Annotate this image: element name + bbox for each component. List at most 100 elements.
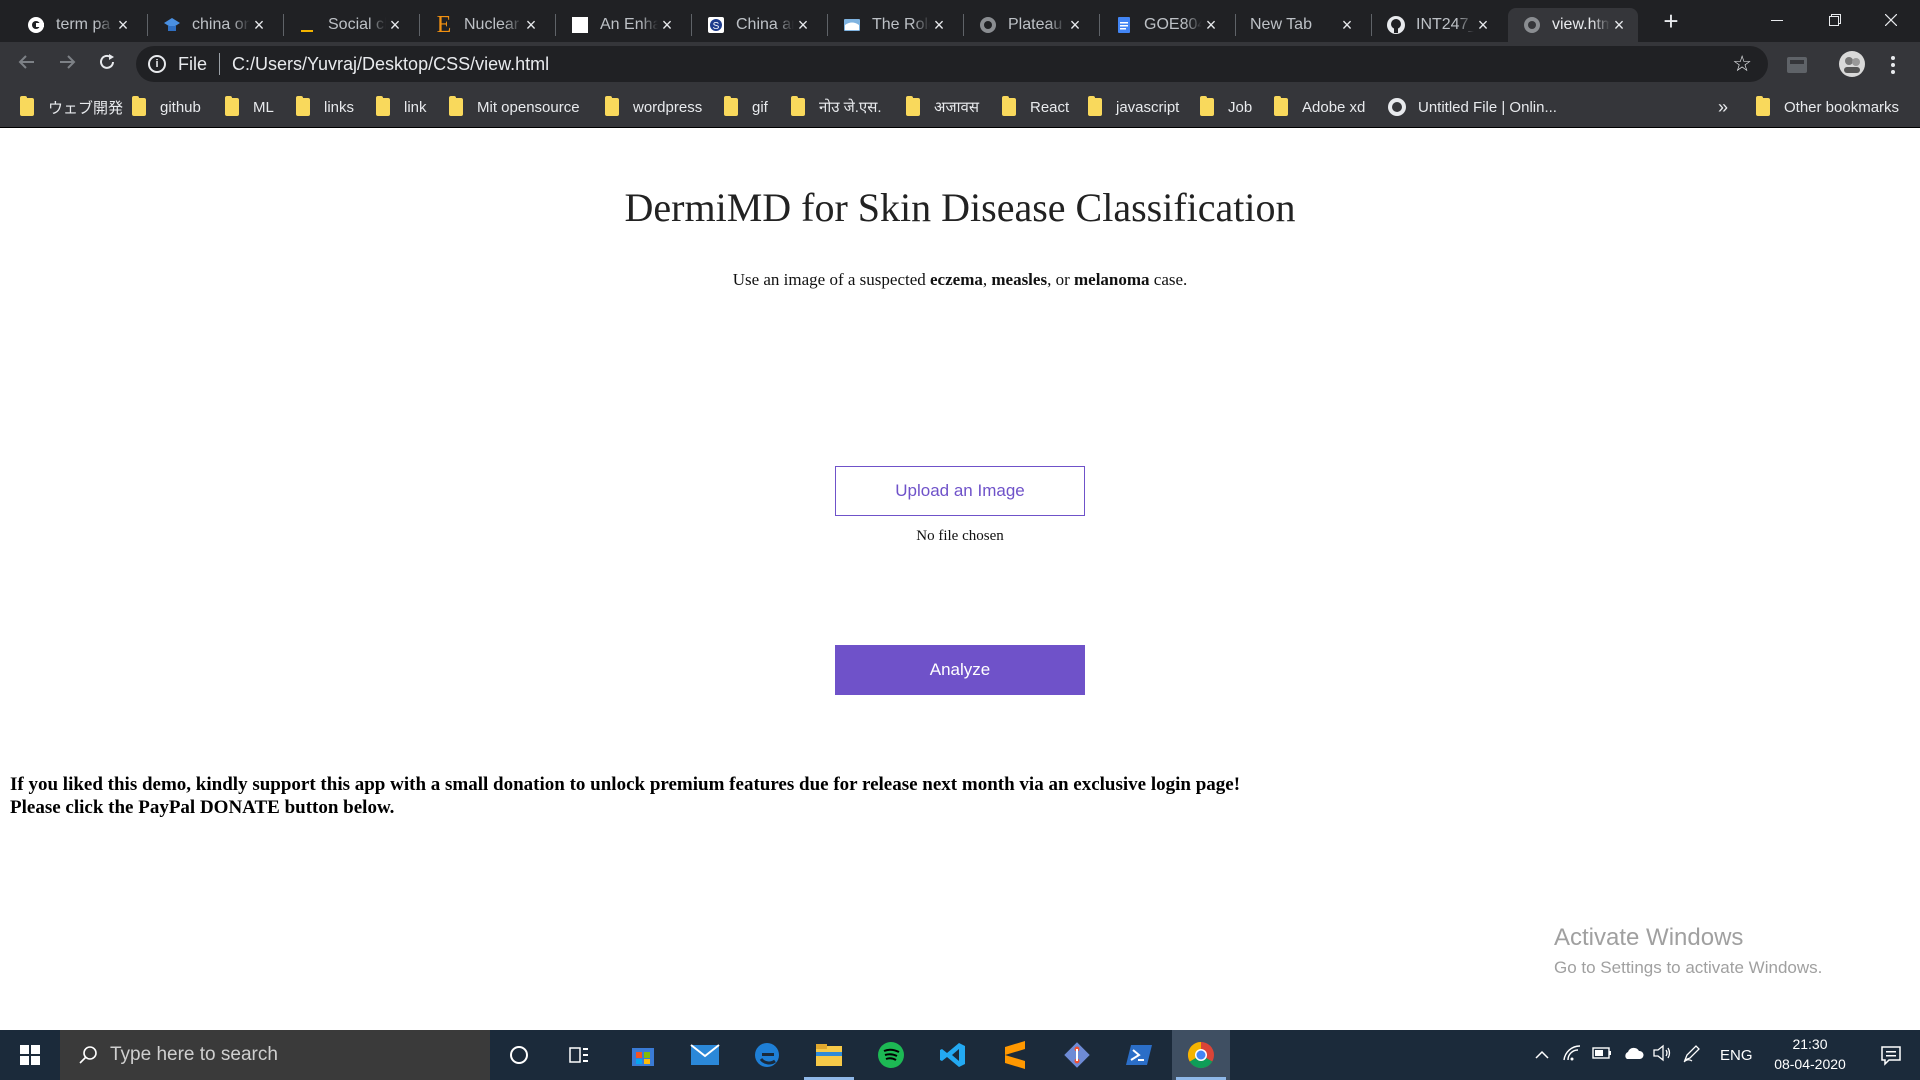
browser-tab[interactable]: E Nuclear × [420, 8, 550, 42]
close-tab-icon[interactable]: × [794, 16, 812, 34]
wifi-icon[interactable] [1562, 1044, 1590, 1066]
browser-tab[interactable]: INT247_ × [1372, 8, 1502, 42]
blue-hat-icon [162, 15, 182, 35]
browser-tab-active[interactable]: view.htm × [1508, 8, 1638, 42]
taskbar-search[interactable]: Type here to search [60, 1030, 490, 1080]
search-icon [79, 1046, 97, 1064]
close-tab-icon[interactable]: × [1474, 16, 1492, 34]
browser-tab[interactable]: GOE804 × [1100, 8, 1230, 42]
bookmark-folder[interactable]: link [376, 86, 427, 128]
taskbar-app-edge[interactable] [738, 1030, 796, 1080]
bookmark-label: gif [752, 98, 768, 116]
s-logo-icon: S [706, 15, 726, 35]
close-tab-icon[interactable]: × [1066, 16, 1084, 34]
bookmark-folder[interactable]: wordpress [605, 86, 702, 128]
bookmark-folder[interactable]: नोउ जे.एस. [791, 86, 882, 128]
taskbar-app-store[interactable] [614, 1030, 672, 1080]
bookmark-folder[interactable]: React [1002, 86, 1069, 128]
start-button[interactable] [0, 1030, 60, 1080]
address-bar[interactable]: i File C:/Users/Yuvraj/Desktop/CSS/view.… [136, 46, 1768, 82]
browser-tab[interactable]: Plateau × [964, 8, 1094, 42]
bookmark-label: links [324, 98, 355, 116]
menu-kebab-icon[interactable] [1880, 52, 1906, 78]
tab-title: INT247_ [1416, 16, 1474, 33]
browser-tab[interactable]: An Enha × [556, 8, 686, 42]
browser-tab[interactable]: china on × [148, 8, 278, 42]
cortana-button[interactable] [490, 1030, 548, 1080]
close-tab-icon[interactable]: × [386, 16, 404, 34]
bookmark-label: Untitled File | Onlin... [1418, 98, 1557, 116]
bookmark-folder[interactable]: github [132, 86, 201, 128]
taskbar-app-vscode[interactable] [924, 1030, 982, 1080]
browser-tab[interactable]: Social ch × [284, 8, 414, 42]
taskbar-app-spotify[interactable] [862, 1030, 920, 1080]
forward-button[interactable] [52, 50, 82, 80]
bookmark-folder[interactable]: javascript [1088, 86, 1179, 128]
close-tab-icon[interactable]: × [658, 16, 676, 34]
restore-button[interactable] [1806, 0, 1864, 40]
browser-tab[interactable]: New Tab × [1236, 8, 1366, 42]
close-tab-icon[interactable]: × [114, 16, 132, 34]
globe-icon [1388, 98, 1406, 116]
pen-workspace-icon[interactable] [1682, 1043, 1710, 1067]
underscore-icon [298, 15, 318, 35]
close-tab-icon[interactable]: × [1610, 16, 1628, 34]
bookmark-star-icon[interactable]: ☆ [1732, 51, 1752, 77]
browser-tab[interactable]: The Role × [828, 8, 958, 42]
url-text[interactable]: C:/Users/Yuvraj/Desktop/CSS/view.html [232, 54, 549, 75]
system-clock[interactable]: 21:30 08-04-2020 [1762, 1034, 1858, 1074]
bookmark-folder[interactable]: links [296, 86, 354, 128]
browser-tab[interactable]: term pa × [12, 8, 142, 42]
close-tab-icon[interactable]: × [1202, 16, 1220, 34]
notification-icon [1881, 1046, 1901, 1066]
tab-title: The Role [872, 16, 930, 33]
reload-icon [100, 54, 114, 69]
bookmark-folder[interactable]: Adobe xd [1274, 86, 1365, 128]
bookmark-folder[interactable]: ウェブ開発 [20, 86, 123, 128]
close-window-button[interactable] [1862, 0, 1920, 40]
close-tab-icon[interactable]: × [930, 16, 948, 34]
input-language-indicator[interactable]: ENG [1720, 1047, 1753, 1064]
folder-icon [1274, 96, 1288, 116]
bookmark-page[interactable]: Untitled File | Onlin... [1388, 86, 1557, 128]
cast-extension-icon[interactable] [1784, 52, 1810, 78]
browser-tab[interactable]: S China an × [692, 8, 822, 42]
disease-measles: measles [991, 270, 1048, 289]
upload-image-button[interactable]: Upload an Image [835, 466, 1085, 516]
search-placeholder: Type here to search [110, 1044, 278, 1065]
reload-button[interactable] [92, 50, 122, 80]
close-tab-icon[interactable]: × [522, 16, 540, 34]
folder-icon [449, 96, 463, 116]
taskbar-app-git[interactable] [1048, 1030, 1106, 1080]
watermark-subtitle: Go to Settings to activate Windows. [1554, 958, 1823, 977]
store-icon [632, 1048, 654, 1066]
info-icon[interactable]: i [148, 55, 166, 73]
bookmark-folder[interactable]: gif [724, 86, 768, 128]
taskbar-app-mail[interactable] [676, 1030, 734, 1080]
taskbar-app-file-explorer[interactable] [800, 1030, 858, 1080]
battery-icon[interactable] [1592, 1046, 1620, 1064]
new-tab-button[interactable]: + [1656, 6, 1686, 36]
close-tab-icon[interactable]: × [1338, 16, 1356, 34]
action-center-button[interactable] [1862, 1030, 1920, 1080]
onedrive-cloud-icon[interactable] [1622, 1046, 1650, 1064]
taskbar-app-chrome[interactable] [1172, 1030, 1230, 1080]
show-hidden-icons-chevron-icon[interactable] [1530, 1047, 1554, 1064]
bookmark-label: नोउ जे.एस. [819, 99, 882, 116]
bookmark-folder[interactable]: अजावस [906, 86, 979, 128]
minimize-button[interactable] [1748, 0, 1806, 40]
bookmark-folder[interactable]: Mit opensource [449, 86, 580, 128]
taskbar-app-powershell[interactable] [1110, 1030, 1168, 1080]
volume-icon[interactable] [1652, 1044, 1680, 1066]
back-button[interactable] [12, 50, 42, 80]
bookmark-folder[interactable]: Job [1200, 86, 1252, 128]
close-tab-icon[interactable]: × [250, 16, 268, 34]
bookmark-folder[interactable]: ML [225, 86, 274, 128]
other-bookmarks[interactable]: Other bookmarks [1756, 86, 1899, 128]
bookmark-label: अजावस [934, 99, 979, 116]
taskbar-app-sublime[interactable] [986, 1030, 1044, 1080]
bookmarks-overflow-button[interactable]: » [1718, 86, 1728, 128]
analyze-button[interactable]: Analyze [835, 645, 1085, 695]
profile-avatar[interactable] [1838, 50, 1865, 77]
task-view-button[interactable] [550, 1030, 608, 1080]
